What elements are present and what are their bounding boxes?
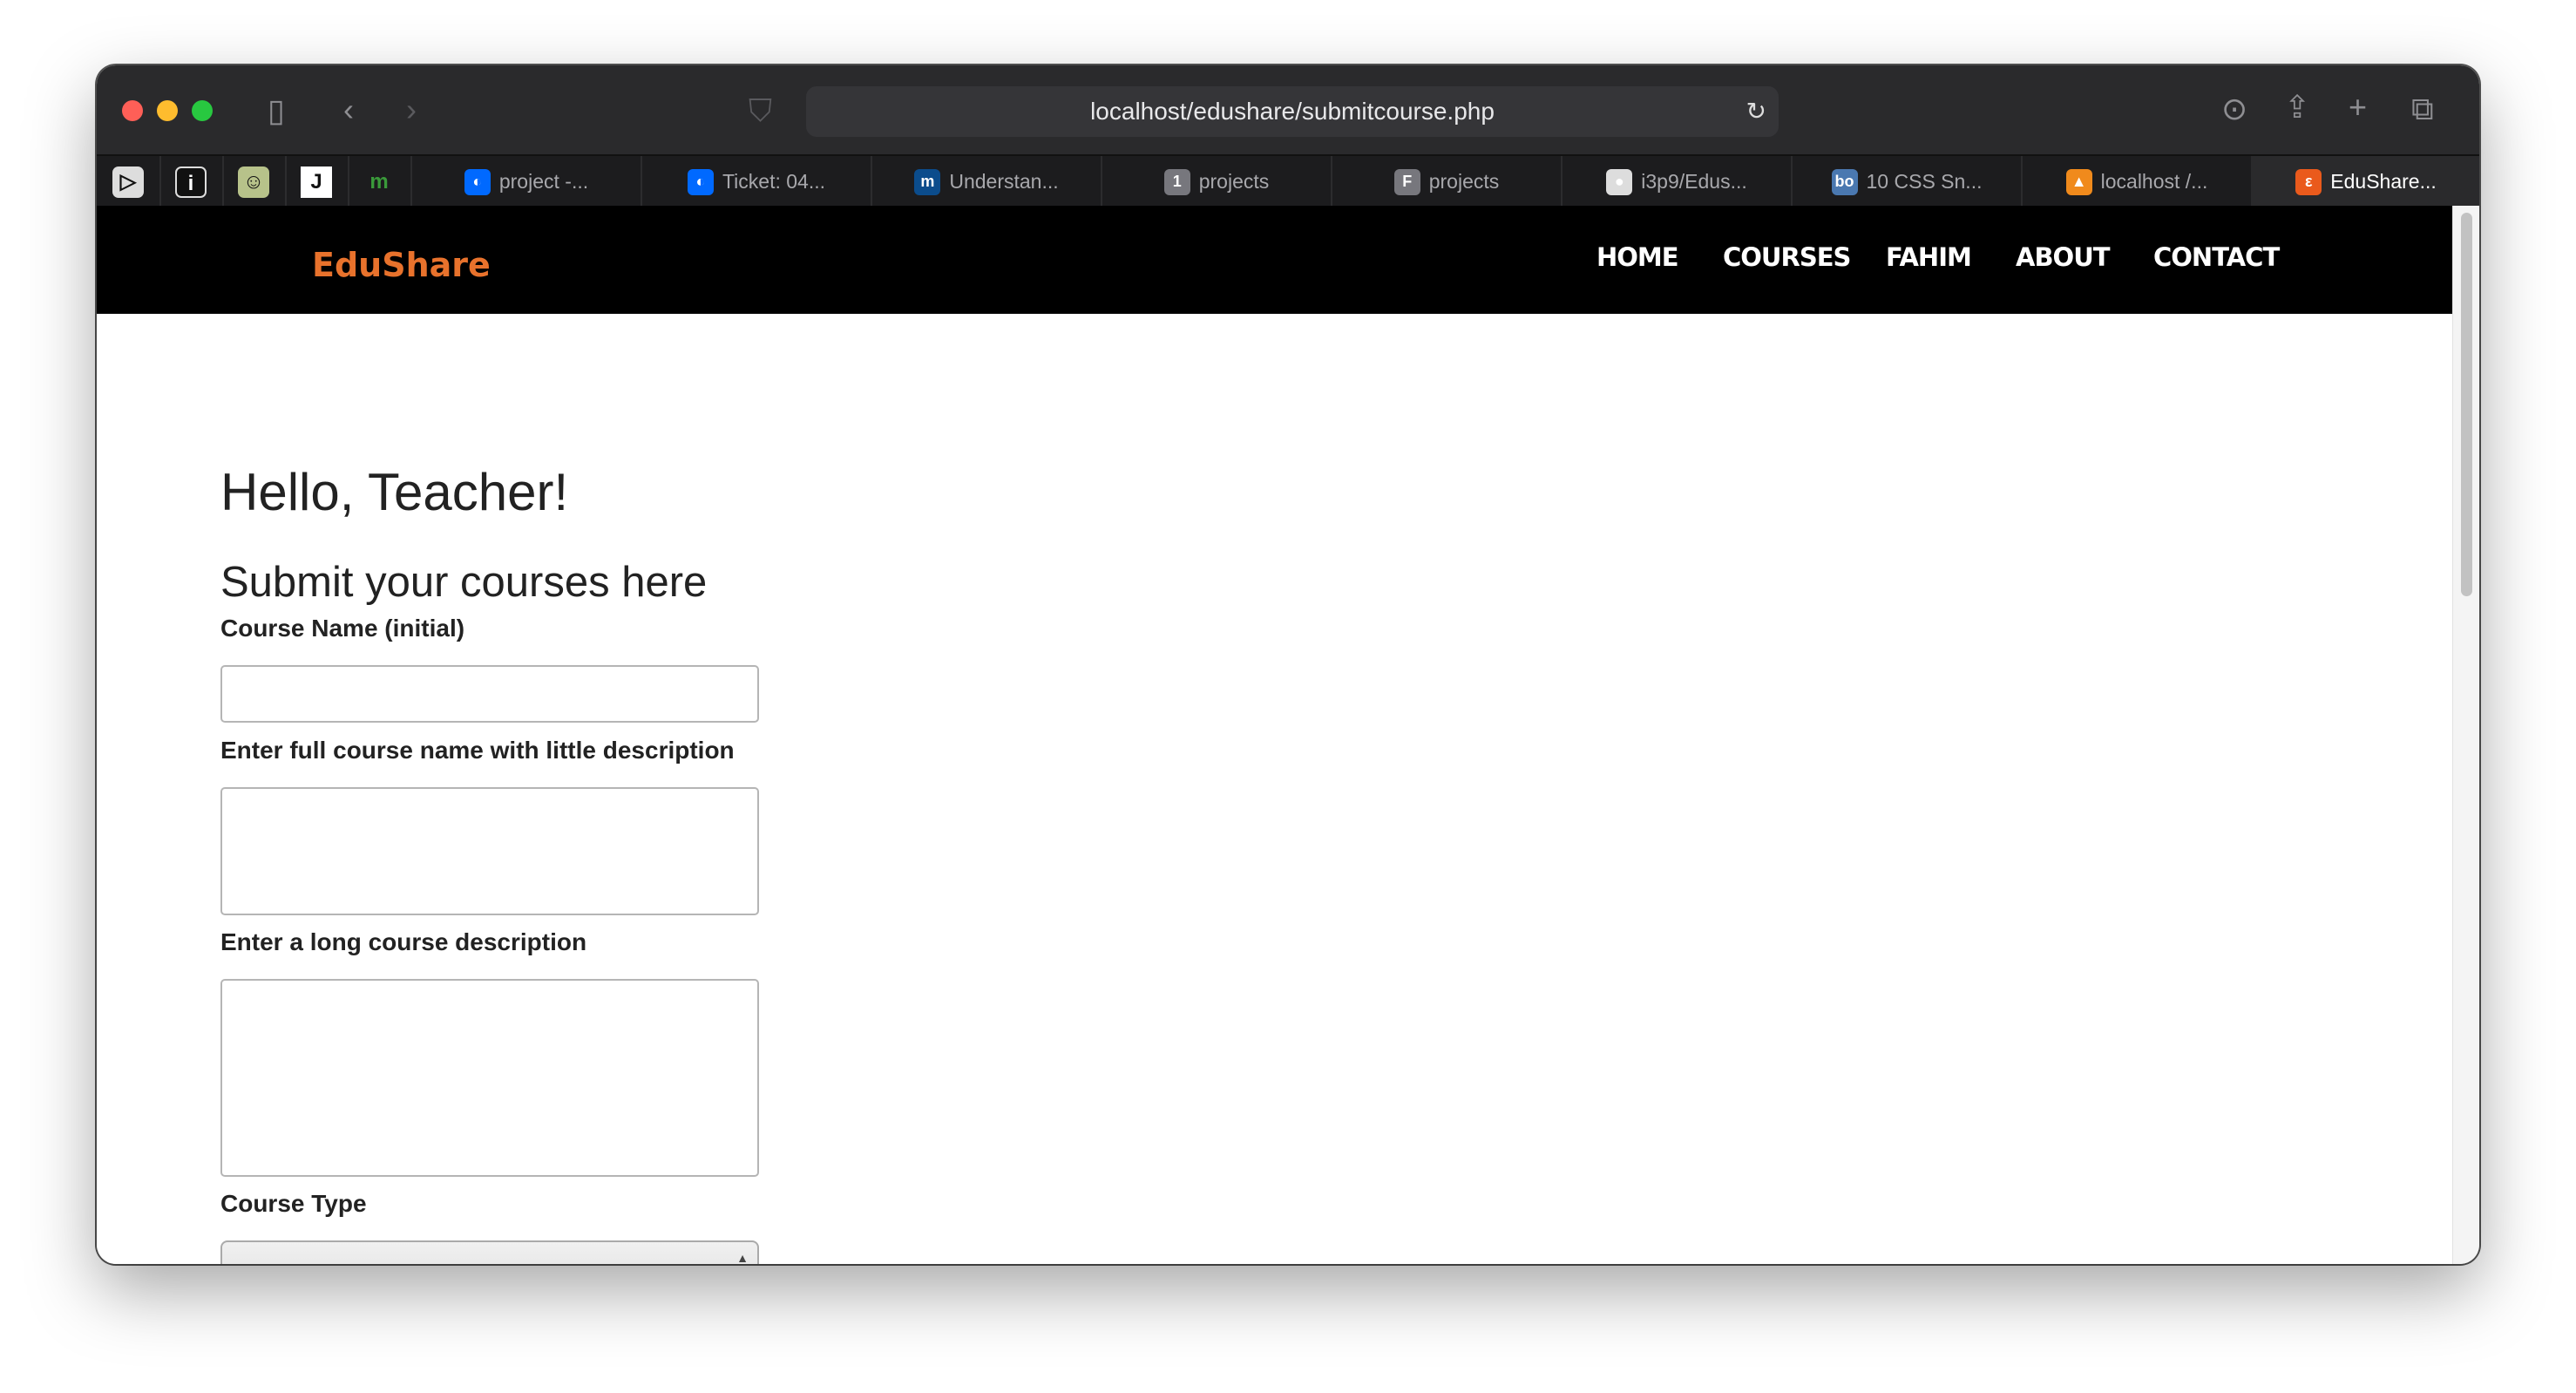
long-description-label: Enter a long course description — [220, 928, 587, 955]
share-icon[interactable]: ⇪ — [2284, 92, 2310, 123]
course-type-select[interactable]: ▲ — [220, 1240, 759, 1264]
tab-label: localhost /... — [2100, 170, 2208, 193]
browser-tab[interactable]: bo 10 CSS Sn... — [1791, 156, 2021, 207]
tab-label: projects — [1428, 170, 1500, 193]
long-description-textarea[interactable] — [220, 979, 759, 1177]
divider — [222, 156, 224, 207]
course-name-label: Course Name (initial) — [220, 615, 465, 642]
tab-label: EduShare... — [2330, 170, 2437, 193]
course-type-label: Course Type — [220, 1190, 367, 1217]
site-header: EduShare HOME COURSES FAHIM ABOUT CONTAC… — [97, 206, 2452, 314]
pinned-tab[interactable]: ▷ — [112, 166, 144, 198]
browser-tab[interactable]: ▲ localhost /... — [2021, 156, 2251, 207]
privacy-shield-icon[interactable]: ⛉ — [749, 95, 772, 126]
browser-tab[interactable]: ◐ project -... — [410, 156, 641, 207]
digitalocean-icon: ◐ — [464, 168, 491, 195]
browser-tab[interactable]: m Understan... — [871, 156, 1101, 207]
badge-1-icon: 1 — [1163, 168, 1190, 195]
browser-tab[interactable]: Fprojects — [1331, 156, 1561, 207]
nav-about[interactable]: ABOUT — [2016, 242, 2111, 272]
course-name-input[interactable] — [220, 665, 759, 723]
browser-window: ▯ ‹ › ⛉ localhost/edushare/submitcourse.… — [97, 65, 2479, 1264]
nav-fahim[interactable]: FAHIM — [1886, 242, 1972, 272]
tab-label: i3p9/Edus... — [1641, 170, 1747, 193]
browser-tab[interactable]: ● i3p9/Edus... — [1561, 156, 1791, 207]
pinned-tab[interactable]: m — [363, 166, 395, 198]
nav-home[interactable]: HOME — [1596, 242, 1679, 272]
tab-label: 10 CSS Sn... — [1866, 170, 1983, 193]
tab-label: projects — [1198, 170, 1270, 193]
page-scrollbar[interactable] — [2452, 206, 2479, 1264]
close-window-button[interactable] — [122, 100, 143, 121]
url-text: localhost/edushare/submitcourse.php — [1090, 98, 1495, 125]
divider — [285, 156, 287, 207]
pinned-tab[interactable]: i — [175, 166, 207, 198]
tab-overview-icon[interactable]: ⧉ — [2411, 93, 2434, 125]
pinned-tab[interactable]: ☺ — [238, 166, 269, 198]
submit-course-form: Hello, Teacher! Submit your courses here… — [97, 314, 2452, 1264]
phpmyadmin-icon: ▲ — [2065, 168, 2092, 195]
reload-icon[interactable]: ↻ — [1746, 86, 1766, 137]
back-icon[interactable]: ‹ — [343, 94, 354, 126]
new-tab-icon[interactable]: + — [2349, 92, 2367, 123]
badge-f-icon: F — [1393, 168, 1420, 195]
form-subtitle: Submit your courses here — [220, 559, 708, 606]
digitalocean-icon: ◐ — [687, 168, 714, 195]
bo-icon: bo — [1831, 168, 1858, 195]
site-logo[interactable]: EduShare — [312, 246, 491, 284]
divider — [159, 156, 161, 207]
maximize-window-button[interactable] — [192, 100, 213, 121]
full-name-textarea[interactable] — [220, 787, 759, 915]
browser-tab[interactable]: 1 projects — [1101, 156, 1331, 207]
pinned-tab[interactable]: J — [301, 166, 332, 198]
browser-tab[interactable]: ε EduShare... — [2251, 156, 2479, 207]
nav-courses[interactable]: COURSES — [1723, 242, 1851, 272]
xampp-icon: ε — [2295, 168, 2322, 195]
tab-label: Understan... — [949, 170, 1059, 193]
tab-bar: ▷ i ☺ J m ◐ project -... ◐ Ticket: 04... m Un… — [97, 154, 2479, 207]
nav-contact[interactable]: CONTACT — [2153, 242, 2280, 272]
downloads-icon[interactable]: ⊙ — [2221, 93, 2247, 125]
tab-label: Ticket: 04... — [722, 170, 826, 193]
minimize-window-button[interactable] — [157, 100, 178, 121]
forward-icon[interactable]: › — [406, 94, 417, 126]
scrollbar-thumb[interactable] — [2461, 213, 2472, 596]
select-arrows-icon: ▲ — [736, 1251, 749, 1264]
full-name-label: Enter full course name with little descr… — [220, 737, 735, 764]
tab-label: project -... — [498, 170, 589, 193]
browser-toolbar: ▯ ‹ › ⛉ localhost/edushare/submitcourse.… — [97, 65, 2479, 154]
browser-tab[interactable]: ◐ Ticket: 04... — [641, 156, 871, 207]
greeting-heading: Hello, Teacher! — [220, 463, 569, 521]
address-bar[interactable]: localhost/edushare/submitcourse.php ↻ — [806, 86, 1779, 137]
m-icon: m — [914, 168, 941, 195]
github-icon: ● — [1606, 168, 1633, 195]
sidebar-toggle-icon[interactable]: ▯ — [268, 95, 285, 126]
divider — [348, 156, 349, 207]
